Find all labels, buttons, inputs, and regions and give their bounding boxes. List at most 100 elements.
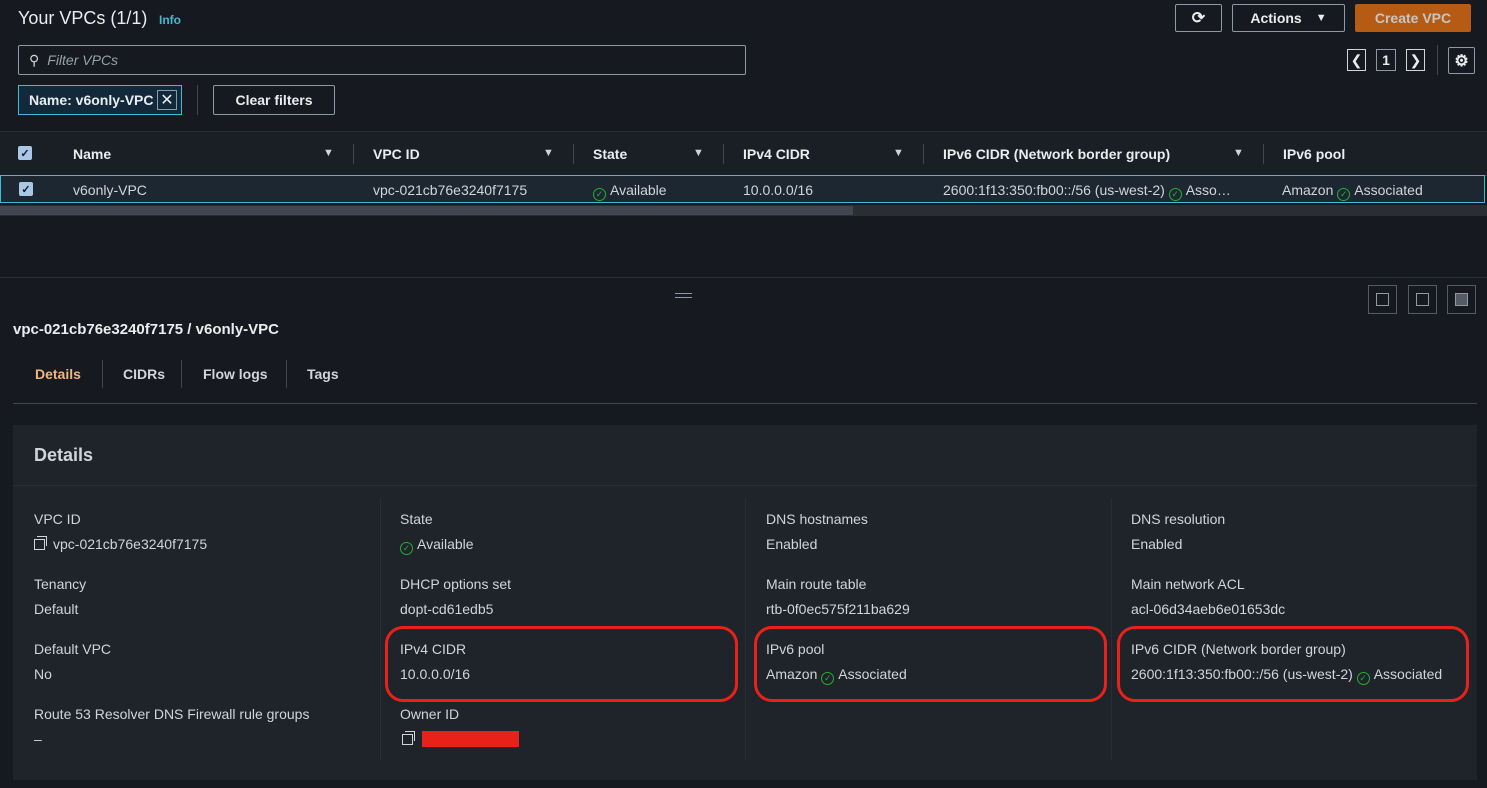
check-circle-icon: ✓ bbox=[593, 188, 606, 201]
ipv6-pool-text: Amazon bbox=[1282, 182, 1334, 198]
column-header-ipv4-cidr[interactable]: IPv4 CIDR ▼ bbox=[743, 146, 904, 162]
clear-filters-button[interactable]: Clear filters bbox=[213, 85, 335, 115]
main-acl-label: Main network ACL bbox=[1131, 576, 1245, 592]
cell-name: v6only-VPC bbox=[73, 182, 147, 198]
r53-value: – bbox=[34, 731, 42, 747]
tab-tags[interactable]: Tags bbox=[307, 366, 339, 382]
dhcp-label: DHCP options set bbox=[400, 576, 512, 592]
default-vpc-label: Default VPC bbox=[34, 641, 112, 657]
table-header: ✓ Name ▼ VPC ID ▼ State ▼ IPv4 CIDR ▼ IPv6 C… bbox=[0, 131, 1487, 176]
column-divider bbox=[745, 498, 746, 760]
ipv6-cidr-status: Asso… bbox=[1185, 182, 1231, 198]
dns-hostnames-label: DNS hostnames bbox=[766, 511, 868, 527]
cell-ipv6-pool: Amazon ✓ Associated bbox=[1282, 182, 1423, 201]
column-header-name[interactable]: Name ▼ bbox=[73, 146, 334, 162]
copy-icon[interactable] bbox=[34, 536, 47, 550]
close-icon[interactable]: ✕ bbox=[157, 90, 177, 110]
ipv6-pool-status: Associated bbox=[1354, 182, 1423, 198]
page-title: Your VPCs (1/1) bbox=[18, 8, 148, 28]
redaction-mark bbox=[422, 731, 519, 747]
main-route-table-value[interactable]: rtb-0f0ec575f211ba629 bbox=[766, 601, 910, 617]
ipv6-cidr-text: 2600:1f13:350:fb00::/56 (us-west-2) bbox=[943, 182, 1165, 198]
create-vpc-button[interactable]: Create VPC bbox=[1355, 4, 1471, 32]
panel-middle-icon bbox=[1416, 293, 1429, 306]
vpc-id-value: vpc-021cb76e3240f7175 bbox=[34, 536, 207, 552]
preferences-button[interactable]: ⚙ bbox=[1448, 47, 1475, 74]
search-placeholder: Filter VPCs bbox=[47, 52, 119, 68]
next-page-button[interactable]: ❯ bbox=[1406, 49, 1425, 71]
copy-icon[interactable] bbox=[402, 731, 415, 745]
highlight-ipv4-cidr bbox=[385, 626, 738, 702]
check-circle-icon: ✓ bbox=[400, 542, 413, 555]
tab-details[interactable]: Details bbox=[35, 366, 81, 382]
split-middle-button[interactable] bbox=[1408, 285, 1437, 314]
column-divider bbox=[380, 498, 381, 760]
caret-down-icon: ▼ bbox=[1315, 12, 1327, 24]
default-vpc-value: No bbox=[34, 666, 52, 682]
detail-title: vpc-021cb76e3240f7175 / v6only-VPC bbox=[13, 321, 279, 338]
scrollbar-thumb[interactable] bbox=[0, 206, 853, 215]
state-value: ✓ Available bbox=[400, 536, 474, 555]
column-header-ipv6-pool[interactable]: IPv6 pool bbox=[1283, 146, 1345, 162]
dhcp-value[interactable]: dopt-cd61edb5 bbox=[400, 601, 493, 617]
row-checkbox[interactable]: ✓ bbox=[19, 182, 33, 196]
page-number[interactable]: 1 bbox=[1376, 49, 1396, 71]
search-icon: ⚲ bbox=[29, 51, 40, 68]
cell-ipv4: 10.0.0.0/16 bbox=[743, 182, 814, 198]
drag-handle-icon[interactable] bbox=[675, 293, 692, 298]
gear-icon: ⚙ bbox=[1454, 52, 1469, 70]
sort-icon: ▼ bbox=[893, 147, 904, 159]
tab-flow-logs[interactable]: Flow logs bbox=[203, 366, 268, 382]
column-label: IPv6 pool bbox=[1283, 146, 1346, 162]
column-header-ipv6-cidr[interactable]: IPv6 CIDR (Network border group) ▼ bbox=[943, 146, 1244, 162]
select-all-checkbox[interactable]: ✓ bbox=[18, 146, 32, 160]
refresh-button[interactable]: ⟳ bbox=[1175, 4, 1222, 32]
column-separator bbox=[573, 144, 574, 164]
column-separator bbox=[353, 144, 354, 164]
check-circle-icon: ✓ bbox=[1337, 188, 1351, 201]
chevron-right-icon: ❯ bbox=[1409, 51, 1422, 68]
sort-icon: ▼ bbox=[323, 147, 334, 159]
tab-separator bbox=[286, 360, 287, 388]
main-acl-value[interactable]: acl-06d34aeb6e01653dc bbox=[1131, 601, 1285, 617]
cell-vpc-id[interactable]: vpc-021cb76e3240f7175 bbox=[373, 182, 527, 198]
tenancy-label: Tenancy bbox=[34, 576, 87, 592]
chevron-left-icon: ❮ bbox=[1350, 51, 1363, 68]
table-row[interactable]: ✓ v6only-VPC vpc-021cb76e3240f7175 ✓ Avai… bbox=[0, 175, 1485, 203]
tab-cidrs[interactable]: CIDRs bbox=[123, 366, 165, 382]
pager-divider bbox=[1437, 45, 1438, 75]
actions-label: Actions bbox=[1250, 10, 1302, 26]
column-label: VPC ID bbox=[373, 146, 420, 162]
actions-button[interactable]: Actions ▼ bbox=[1232, 4, 1345, 32]
column-label: IPv6 CIDR (Network border group) bbox=[943, 146, 1171, 162]
split-full-button[interactable] bbox=[1447, 285, 1476, 314]
info-link[interactable]: Info bbox=[159, 13, 181, 27]
highlight-ipv6-cidr bbox=[1117, 626, 1469, 702]
highlight-ipv6-pool bbox=[754, 626, 1107, 702]
tab-separator bbox=[102, 360, 103, 388]
column-header-vpc-id[interactable]: VPC ID ▼ bbox=[373, 146, 554, 162]
state-label: State bbox=[400, 511, 433, 527]
column-separator bbox=[1263, 144, 1264, 164]
column-label: State bbox=[593, 146, 628, 162]
column-label: Name bbox=[73, 146, 112, 162]
column-header-state[interactable]: State ▼ bbox=[593, 146, 704, 162]
state-text: Available bbox=[417, 536, 474, 552]
search-input[interactable]: ⚲ Filter VPCs bbox=[18, 45, 746, 75]
filter-chip-label: Name: v6only-VPC bbox=[29, 92, 154, 108]
sort-icon: ▼ bbox=[543, 147, 554, 159]
main-route-table-label: Main route table bbox=[766, 576, 867, 592]
check-circle-icon: ✓ bbox=[1168, 188, 1182, 201]
panel-title: Details bbox=[34, 445, 94, 465]
tab-separator bbox=[181, 360, 182, 388]
prev-page-button[interactable]: ❮ bbox=[1347, 49, 1366, 71]
sort-icon: ▼ bbox=[1233, 147, 1244, 159]
vpc-id-label: VPC ID bbox=[34, 511, 81, 527]
column-separator bbox=[923, 144, 924, 164]
split-divider bbox=[0, 277, 1487, 278]
split-bottom-button[interactable] bbox=[1368, 285, 1397, 314]
panel-header-divider bbox=[13, 485, 1477, 486]
tab-underline bbox=[13, 403, 1477, 404]
vpc-id-text: vpc-021cb76e3240f7175 bbox=[53, 536, 208, 552]
column-divider bbox=[1111, 498, 1112, 760]
